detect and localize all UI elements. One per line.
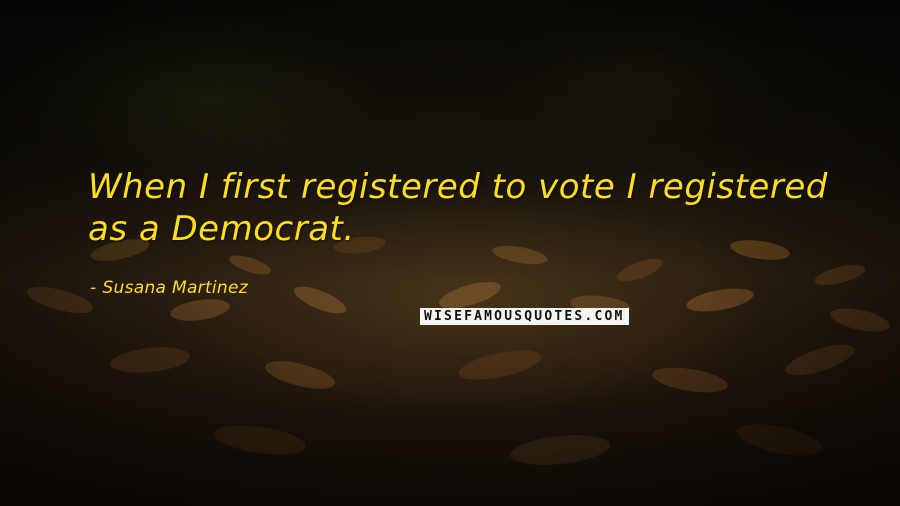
quote-image: When I first registered to vote I regist… — [0, 0, 900, 506]
author-dash: - — [90, 278, 97, 298]
author-name: Susana Martinez — [102, 278, 248, 298]
quote-author: - Susana Martinez — [90, 277, 248, 299]
quote-text: When I first registered to vote I regist… — [88, 167, 828, 249]
watermark-logo: WISEFAMOUSQUOTES.COM — [420, 308, 629, 325]
autumn-leaves-background — [27, 236, 890, 465]
